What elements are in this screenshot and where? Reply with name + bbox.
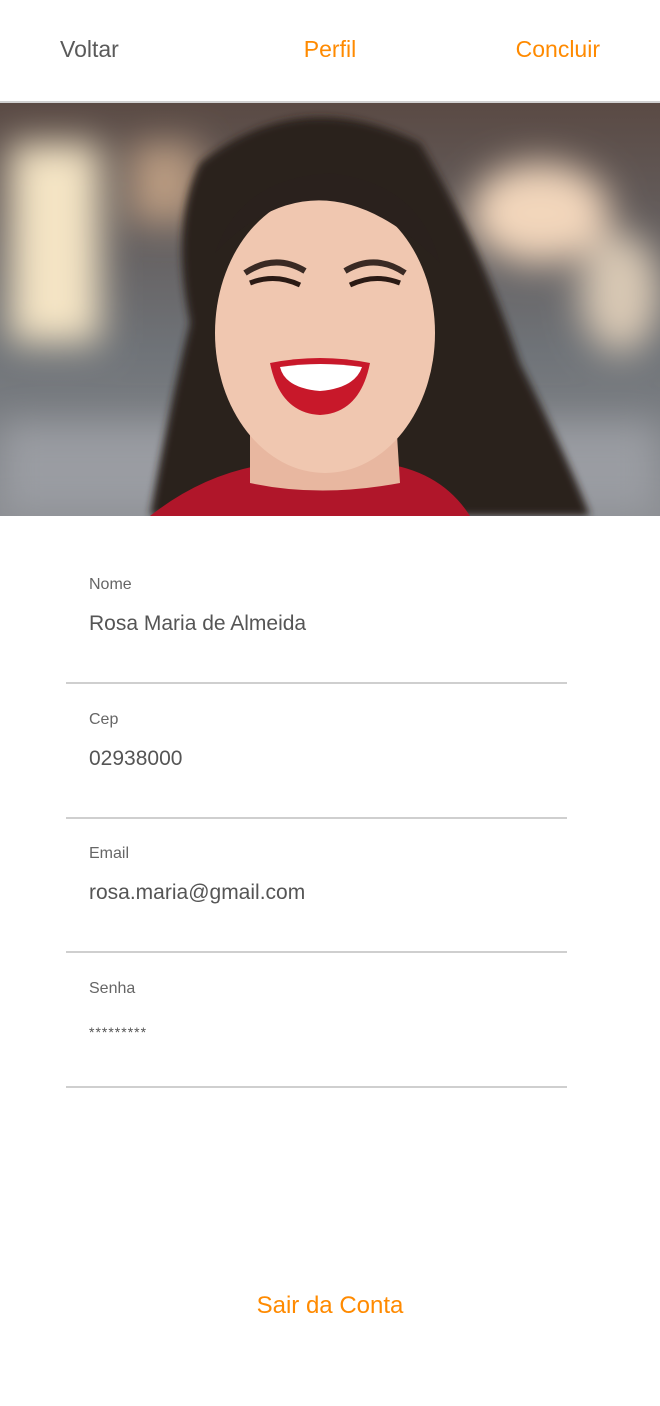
- done-button[interactable]: Concluir: [516, 36, 600, 63]
- back-button[interactable]: Voltar: [60, 36, 119, 63]
- email-input[interactable]: rosa.maria@gmail.com: [89, 881, 305, 905]
- name-field[interactable]: Nome Rosa Maria de Almeida: [66, 548, 567, 684]
- password-field[interactable]: Senha *********: [66, 952, 567, 1088]
- cep-label: Cep: [89, 711, 119, 728]
- cep-field[interactable]: Cep 02938000: [66, 683, 567, 819]
- name-label: Nome: [89, 576, 132, 593]
- logout-button[interactable]: Sair da Conta: [0, 1292, 660, 1320]
- email-label: Email: [89, 845, 130, 862]
- top-bar: Voltar Perfil Concluir: [0, 0, 660, 103]
- email-field[interactable]: Email rosa.maria@gmail.com: [66, 817, 567, 953]
- password-input[interactable]: *********: [89, 1024, 147, 1040]
- name-input[interactable]: Rosa Maria de Almeida: [89, 612, 306, 636]
- profile-photo[interactable]: [0, 103, 660, 516]
- password-label: Senha: [89, 980, 136, 997]
- cep-input[interactable]: 02938000: [89, 747, 182, 771]
